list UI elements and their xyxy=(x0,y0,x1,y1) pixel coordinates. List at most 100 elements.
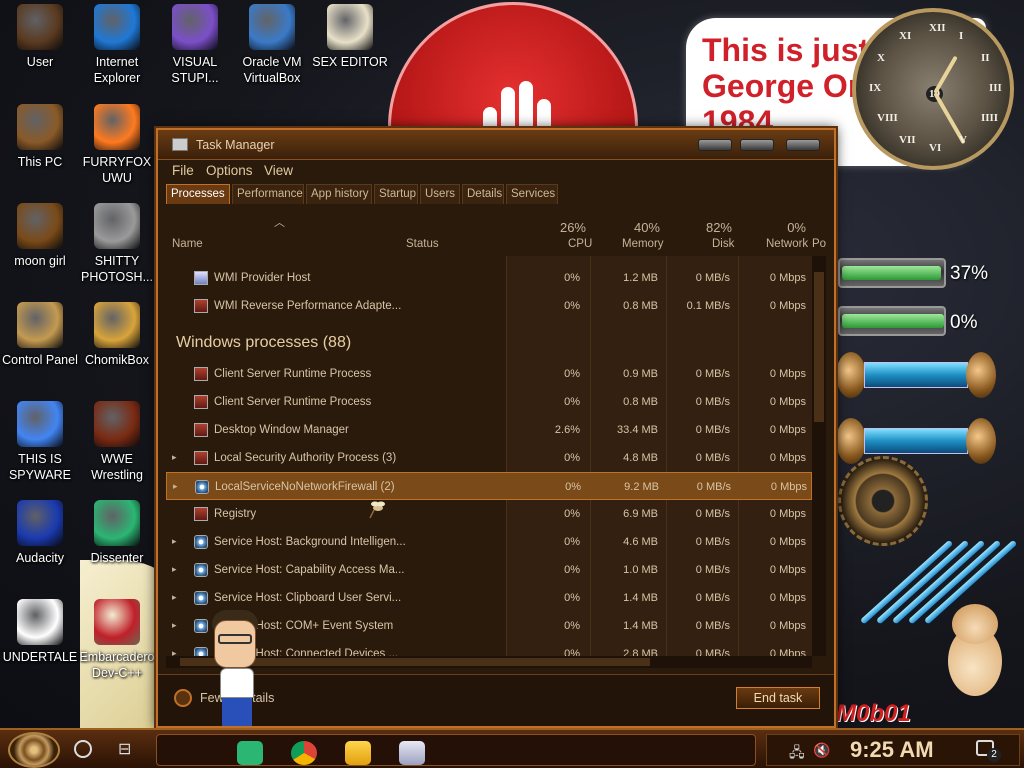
desktop-icon[interactable]: THIS IS SPYWARE xyxy=(0,401,80,483)
table-row[interactable]: Client Server Runtime Process 0% 0.8 MB 0 M… xyxy=(166,388,812,416)
table-row[interactable]: ▸ Service Host: Background Intelligen... 0… xyxy=(166,528,812,556)
process-name: LocalServiceNoNetworkFirewall (2) xyxy=(215,481,395,493)
col-status[interactable]: Status xyxy=(406,238,439,250)
title-bar[interactable]: Task Manager xyxy=(158,130,834,160)
maximize-button[interactable] xyxy=(740,139,774,151)
table-row[interactable]: Registry 0% 6.9 MB 0 MB/s 0 Mbps xyxy=(166,500,812,528)
start-button[interactable] xyxy=(8,732,60,768)
app-icon xyxy=(94,599,140,645)
task-view-icon[interactable]: ⊟ xyxy=(118,739,140,759)
end-task-button[interactable]: End task xyxy=(736,687,820,709)
vertical-scrollbar[interactable] xyxy=(812,256,826,656)
process-name: Client Server Runtime Process xyxy=(214,396,372,408)
desktop-icon[interactable]: Internet Explorer xyxy=(77,4,157,86)
table-row[interactable]: WMI Reverse Performance Adapte... 0% 0.8 M… xyxy=(166,292,812,320)
chrome-taskbar-icon[interactable] xyxy=(291,741,317,765)
desktop-icon[interactable]: FURRYFOX UWU xyxy=(77,104,157,186)
table-row[interactable]: ▸ Service Host: Clipboard User Servi... 0%… xyxy=(166,584,812,612)
table-row-selected[interactable]: ▸ LocalServiceNoNetworkFirewall (2) 0% 9.2 … xyxy=(166,472,812,500)
notification-icon[interactable]: 2 xyxy=(976,740,1001,762)
app-icon xyxy=(94,500,140,546)
desktop-icon[interactable]: Control Panel xyxy=(0,302,80,368)
desktop-icon[interactable]: This PC xyxy=(0,104,80,170)
desktop-icon-label: SHITTY PHOTOSH... xyxy=(80,254,153,284)
disk-value: 0.1 MB/s xyxy=(686,300,730,312)
expand-arrow-icon[interactable]: ▸ xyxy=(172,620,177,631)
desktop-icon[interactable]: SHITTY PHOTOSH... xyxy=(77,203,157,285)
expand-arrow-icon[interactable]: ▸ xyxy=(172,536,177,547)
desktop-icon[interactable]: moon girl xyxy=(0,203,80,269)
desktop-icon[interactable]: ChomikBox xyxy=(77,302,157,368)
tab-users[interactable]: Users xyxy=(420,184,460,204)
table-row[interactable]: Desktop Window Manager 2.6% 33.4 MB 0 MB/s 0… xyxy=(166,416,812,444)
clock-time[interactable]: 9:25 AM xyxy=(850,737,934,763)
minimize-button[interactable] xyxy=(698,139,732,151)
tab-startup[interactable]: Startup xyxy=(374,184,418,204)
table-row[interactable]: WMI Provider Host 0% 1.2 MB 0 MB/s 0 Mbps xyxy=(166,264,812,292)
desktop-icon[interactable]: WWE Wrestling xyxy=(77,401,157,483)
task-manager-taskbar-icon[interactable] xyxy=(399,741,425,765)
desktop-icon[interactable]: Embarcadero Dev-C++ xyxy=(77,599,157,681)
menu-file[interactable]: File xyxy=(172,163,194,178)
cpu-value: 0% xyxy=(564,648,580,656)
col-name[interactable]: Name xyxy=(172,238,203,250)
process-name: Service Host: Capability Access Ma... xyxy=(214,564,405,576)
ram-gauge xyxy=(838,306,946,336)
desktop-icon-label: Internet Explorer xyxy=(93,55,141,85)
tab-app-history[interactable]: App history xyxy=(306,184,372,204)
expand-arrow-icon[interactable]: ▸ xyxy=(172,592,177,603)
sort-arrow-icon[interactable]: ︿ xyxy=(274,214,285,230)
app-icon xyxy=(17,203,63,249)
memory-value: 0.8 MB xyxy=(623,396,658,408)
dissenter-taskbar-icon[interactable] xyxy=(237,741,263,765)
file-explorer-taskbar-icon[interactable] xyxy=(345,741,371,765)
expand-arrow-icon[interactable]: ▸ xyxy=(172,564,177,575)
network-value: 0 Mbps xyxy=(770,481,807,493)
tab-services[interactable]: Services xyxy=(506,184,558,204)
disk-value: 0 MB/s xyxy=(695,508,730,520)
glass-tube-widget-2 xyxy=(836,418,996,464)
clock-hour-hand xyxy=(933,55,958,94)
network-total: 0% xyxy=(787,220,806,235)
memory-value: 1.0 MB xyxy=(623,564,658,576)
tab-processes[interactable]: Processes xyxy=(166,184,230,204)
table-row[interactable]: Client Server Runtime Process 0% 0.9 MB 0 M… xyxy=(166,360,812,388)
col-disk[interactable]: Disk xyxy=(712,238,734,250)
process-list[interactable]: Windows processes (88) WMI Provider Host… xyxy=(166,256,812,656)
chevron-up-icon[interactable] xyxy=(174,689,192,707)
network-icon[interactable]: 🖧 xyxy=(789,742,805,766)
desktop-icon[interactable]: Dissenter xyxy=(77,500,157,566)
expand-arrow-icon[interactable]: ▸ xyxy=(172,648,177,656)
disk-value: 0 MB/s xyxy=(695,368,730,380)
expand-arrow-icon[interactable]: ▸ xyxy=(173,481,178,492)
expand-arrow-icon[interactable]: ▸ xyxy=(172,452,177,463)
taskbar-app-strip xyxy=(156,734,756,766)
cpu-value: 2.6% xyxy=(554,424,580,436)
table-row[interactable]: ▸ Local Security Authority Process (3) 0% 4… xyxy=(166,444,812,472)
desktop-icon[interactable]: UNDERTALE xyxy=(0,599,80,665)
close-button[interactable] xyxy=(786,139,820,151)
desktop-icon[interactable]: Oracle VM VirtualBox xyxy=(232,4,312,86)
desktop-icon[interactable]: VISUAL STUPI... xyxy=(155,4,235,86)
clock-numeral: III xyxy=(989,82,1002,94)
desktop-icon[interactable]: User xyxy=(0,4,80,70)
col-cpu[interactable]: CPU xyxy=(568,238,592,250)
volume-muted-icon[interactable]: 🔇 xyxy=(813,742,830,759)
desktop-icon[interactable]: Audacity xyxy=(0,500,80,566)
col-memory[interactable]: Memory xyxy=(622,238,664,250)
search-icon[interactable] xyxy=(74,740,92,758)
desktop-icon[interactable]: SEX EDITOR xyxy=(310,4,390,70)
table-row[interactable]: ▸ Service Host: Capability Access Ma... 0%… xyxy=(166,556,812,584)
menu-view[interactable]: View xyxy=(264,163,293,178)
app-icon xyxy=(17,4,63,50)
desktop-icon-label: This PC xyxy=(17,155,63,169)
cpu-value: 0% xyxy=(564,396,580,408)
network-value: 0 Mbps xyxy=(769,300,806,312)
col-network[interactable]: Network xyxy=(766,238,808,250)
process-icon xyxy=(194,619,208,633)
menu-options[interactable]: Options xyxy=(206,163,253,178)
process-name: WMI Reverse Performance Adapte... xyxy=(214,300,402,312)
col-power[interactable]: Po xyxy=(812,238,826,250)
tab-performance[interactable]: Performance xyxy=(232,184,304,204)
tab-details[interactable]: Details xyxy=(462,184,504,204)
